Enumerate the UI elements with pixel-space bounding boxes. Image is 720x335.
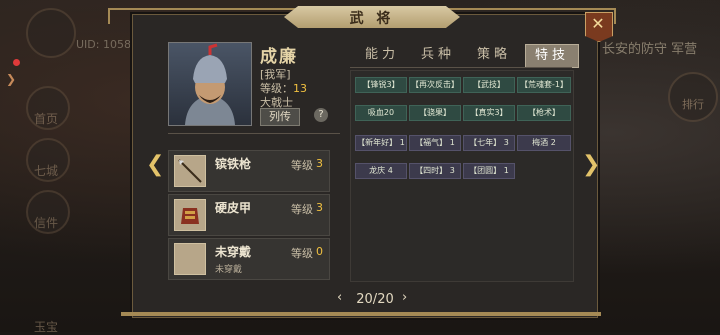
panel-bottom-ornament xyxy=(121,312,601,316)
skill-chip[interactable]: 【骁果】 xyxy=(409,105,461,121)
skill-chip[interactable]: 龙庆 4 xyxy=(355,163,407,179)
divider xyxy=(168,133,340,134)
prev-general-arrow-icon[interactable]: ❮ xyxy=(146,152,164,177)
empty-slot-icon xyxy=(174,243,206,275)
equipment-level-label: 等级 xyxy=(291,203,313,216)
tab-strategy[interactable]: 策略 xyxy=(468,44,520,66)
skill-chip[interactable]: 【武技】 xyxy=(463,77,515,93)
equipment-sub: 未穿戴 xyxy=(215,265,243,275)
close-x-icon[interactable]: ✕ xyxy=(585,14,611,33)
hero-portrait xyxy=(168,42,252,126)
uid-text: UID: 1058 xyxy=(76,38,131,51)
skills-list: 【锋锐3】 【再次反击】 【武技】 【荒魂套-1】 吸血20 【骁果】 【真实3… xyxy=(350,70,574,282)
equipment-level: 3 xyxy=(316,157,323,170)
skill-chip[interactable]: 【真实3】 xyxy=(463,105,515,121)
panel-title: 武 将 xyxy=(349,11,395,27)
skill-chip[interactable]: 【四时】 3 xyxy=(409,163,461,179)
bg-label-2: 七城 xyxy=(34,164,59,178)
equipment-slot-empty[interactable]: 未穿戴 等级 0 未穿戴 xyxy=(168,238,330,280)
hero-name: 成廉 xyxy=(260,47,298,67)
next-general-arrow-icon[interactable]: ❯ xyxy=(582,152,600,177)
skill-chip[interactable]: 【再次反击】 xyxy=(409,77,461,93)
skill-chip[interactable]: 【福气】 1 xyxy=(409,135,461,151)
hero-level-value: 13 xyxy=(293,82,307,95)
tab-ability[interactable]: 能力 xyxy=(356,44,408,66)
equipment-slot-armor[interactable]: 硬皮甲 等级 3 xyxy=(168,194,330,236)
tabs-underline xyxy=(350,67,572,68)
equipment-name: 未穿戴 xyxy=(215,245,252,259)
help-button[interactable]: ? xyxy=(314,108,328,122)
avatar xyxy=(26,8,76,58)
bg-label-1: 首页 xyxy=(34,112,59,126)
pager-next-button[interactable]: › xyxy=(402,290,407,305)
equipment-slot-weapon[interactable]: 镔铁枪 等级 3 xyxy=(168,150,330,192)
bg-label-4: 玉宝 xyxy=(34,320,59,334)
equipment-level: 0 xyxy=(316,245,323,258)
tab-troops[interactable]: 兵种 xyxy=(412,44,464,66)
hero-portrait-art xyxy=(185,43,235,125)
equipment-level-label: 等级 xyxy=(291,247,313,260)
bg-rank-label: 排行 xyxy=(682,98,704,111)
edge-arrow-icon[interactable]: ❯ xyxy=(6,72,16,86)
skill-chip[interactable]: 吸血20 xyxy=(355,105,407,121)
spear-icon xyxy=(174,155,206,187)
tab-special-skills[interactable]: 特技 xyxy=(525,44,579,68)
bg-quest-text: 长安的防守 军营 xyxy=(602,42,698,57)
equipment-name: 硬皮甲 xyxy=(215,201,252,215)
skill-chip[interactable]: 【荒魂套-1】 xyxy=(517,77,571,93)
equipment-level-label: 等级 xyxy=(291,159,313,172)
notification-dot xyxy=(13,59,20,66)
skill-chip[interactable]: 【枪术】 xyxy=(517,105,571,121)
skill-chip[interactable]: 梅酒 2 xyxy=(517,135,571,151)
skill-chip[interactable]: 【新年好】 1 xyxy=(355,135,407,151)
armor-icon xyxy=(174,199,206,231)
equipment-name: 镔铁枪 xyxy=(215,157,252,171)
skill-chip[interactable]: 【团圆】 1 xyxy=(463,163,515,179)
skill-chip[interactable]: 【锋锐3】 xyxy=(355,77,407,93)
equipment-level: 3 xyxy=(316,201,323,214)
biography-button[interactable]: 列传 xyxy=(260,108,300,126)
skill-chip[interactable]: 【七年】 3 xyxy=(463,135,515,151)
bg-label-3: 信件 xyxy=(34,216,59,230)
